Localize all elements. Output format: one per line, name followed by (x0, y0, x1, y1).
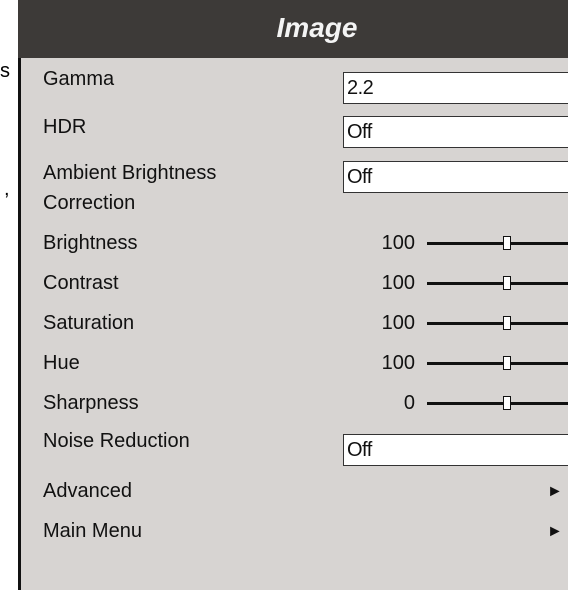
menu-item-sharpness[interactable]: Sharpness 0 (21, 390, 568, 420)
contrast-value: 100 (381, 272, 415, 294)
slider-track (427, 242, 568, 245)
brightness-slider[interactable] (427, 230, 568, 257)
contrast-slider[interactable] (427, 270, 568, 297)
advanced-label: Advanced (43, 480, 132, 502)
menu-item-brightness[interactable]: Brightness 100 (21, 230, 568, 260)
main-menu-arrow-icon: ► (547, 523, 563, 540)
main-menu-label: Main Menu (43, 520, 142, 542)
gamma-label: Gamma (43, 68, 115, 90)
edge-text-fragment: , (4, 178, 10, 200)
menu-title: Image (276, 12, 358, 43)
noise-reduction-select[interactable]: Off (343, 434, 568, 466)
slider-thumb[interactable] (503, 236, 511, 250)
saturation-label: Saturation (43, 312, 135, 334)
saturation-slider[interactable] (427, 310, 568, 337)
saturation-value: 100 (381, 312, 415, 334)
menu-item-ambient-brightness-correction[interactable]: Ambient Brightness Correction Off (21, 158, 568, 218)
menu-item-hue[interactable]: Hue 100 (21, 350, 568, 380)
slider-track (427, 362, 568, 365)
brightness-value: 100 (381, 232, 415, 254)
hue-label: Hue (43, 352, 80, 374)
noise-reduction-label: Noise Reduction (43, 430, 190, 452)
brightness-label: Brightness (43, 232, 138, 254)
image-menu-panel: Image Gamma 2.2 HDR Off Ambient Brightne… (18, 0, 568, 590)
sharpness-value: 0 (403, 392, 415, 414)
slider-track (427, 402, 568, 405)
slider-thumb[interactable] (503, 396, 511, 410)
menu-item-main-menu[interactable]: Main Menu ► (21, 516, 568, 546)
slider-track (427, 282, 568, 285)
ambient-label-line1: Ambient Brightness (43, 162, 217, 184)
ambient-label-line2: Correction (43, 192, 136, 214)
slider-thumb[interactable] (503, 316, 511, 330)
hue-value: 100 (381, 352, 415, 374)
gamma-select[interactable]: 2.2 (343, 72, 568, 104)
menu-item-advanced[interactable]: Advanced ► (21, 476, 568, 506)
edge-text-fragment: s (0, 60, 10, 82)
menu-item-gamma[interactable]: Gamma 2.2 (21, 64, 568, 104)
slider-thumb[interactable] (503, 276, 511, 290)
advanced-arrow-icon: ► (547, 483, 563, 500)
contrast-label: Contrast (43, 272, 119, 294)
hue-slider[interactable] (427, 350, 568, 377)
ambient-select[interactable]: Off (343, 161, 568, 193)
hdr-label: HDR (43, 116, 87, 138)
menu-item-saturation[interactable]: Saturation 100 (21, 310, 568, 340)
slider-thumb[interactable] (503, 356, 511, 370)
menu-item-noise-reduction[interactable]: Noise Reduction Off (21, 428, 568, 466)
slider-track (427, 322, 568, 325)
menu-item-contrast[interactable]: Contrast 100 (21, 270, 568, 300)
page: s , Image Gamma 2.2 HDR Off Ambient Brig… (0, 0, 568, 590)
menu-title-bar: Image (18, 0, 568, 58)
sharpness-label: Sharpness (43, 392, 139, 414)
sharpness-slider[interactable] (427, 390, 568, 417)
menu-item-hdr[interactable]: HDR Off (21, 112, 568, 148)
menu-body: Gamma 2.2 HDR Off Ambient Brightness Cor… (18, 58, 568, 590)
hdr-select[interactable]: Off (343, 116, 568, 148)
